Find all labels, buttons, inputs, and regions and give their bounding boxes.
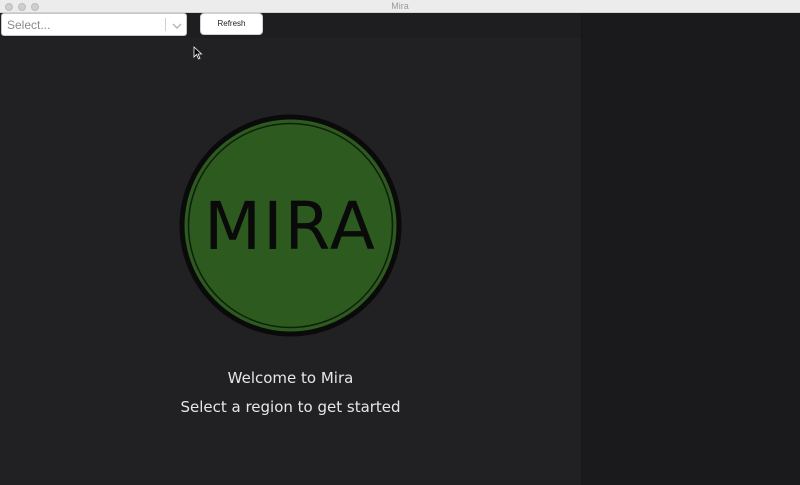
region-select-placeholder: Select... (7, 18, 51, 32)
mira-logo: MIRA (178, 113, 403, 338)
logo-text: MIRA (204, 188, 377, 265)
region-select[interactable]: Select... (1, 13, 187, 36)
chevron-down-icon[interactable] (170, 18, 184, 32)
side-panel (581, 13, 800, 485)
title-bar: Mira (0, 0, 800, 13)
welcome-title: Welcome to Mira (227, 369, 354, 387)
window-title: Mira (391, 1, 409, 11)
main-panel: MIRA Welcome to Mira Select a region to … (0, 38, 581, 485)
toolbar: Select... Refresh (0, 13, 581, 38)
welcome-instruction: Select a region to get started (180, 398, 401, 416)
mouse-pointer-icon (193, 45, 203, 60)
refresh-button[interactable]: Refresh (200, 13, 263, 35)
select-separator (165, 18, 166, 31)
app-window: Mira Select... Refresh MIRA Welcome to M… (0, 0, 800, 485)
